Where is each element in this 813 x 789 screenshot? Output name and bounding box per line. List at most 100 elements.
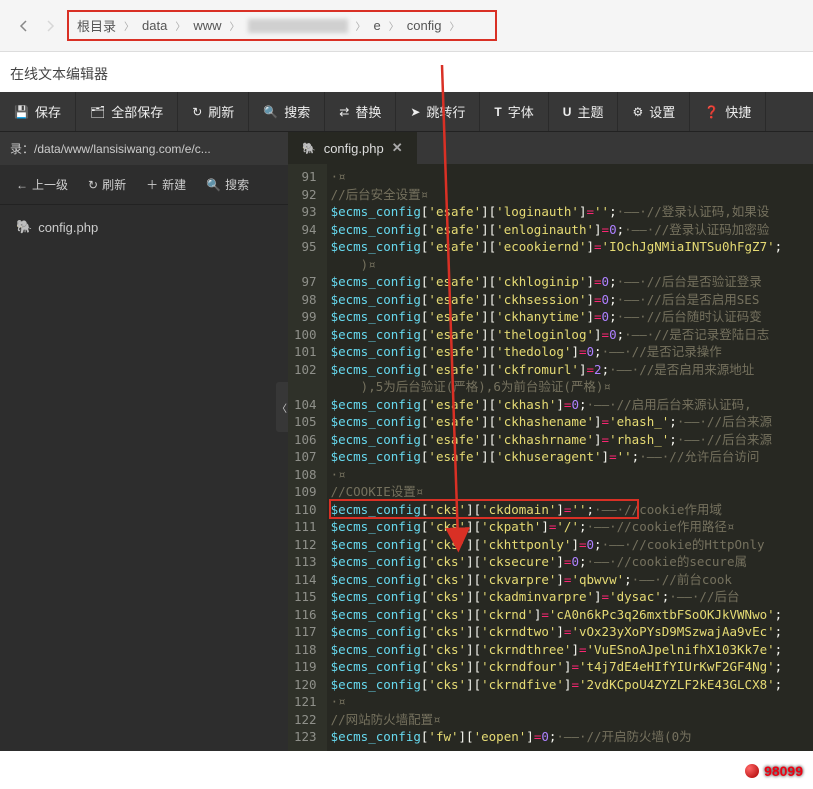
close-tab-button[interactable]: ✕ bbox=[392, 140, 403, 156]
panel-search-button[interactable]: 🔍搜索 bbox=[198, 171, 257, 198]
search-button[interactable]: 🔍 搜索 bbox=[249, 92, 325, 131]
settings-button[interactable]: ⚙设置 bbox=[618, 92, 690, 131]
save-icon: 💾 bbox=[14, 105, 29, 119]
file-item[interactable]: 🐘 config.php bbox=[10, 215, 278, 239]
gear-icon: ⚙ bbox=[632, 105, 643, 119]
goto-line-button[interactable]: ➤ 跳转行 bbox=[396, 92, 480, 131]
php-file-icon: 🐘 bbox=[16, 219, 32, 235]
nav-forward-button[interactable] bbox=[41, 17, 59, 35]
chevron-right-icon: 〉 bbox=[449, 18, 459, 33]
collapse-panel-button[interactable]: 〈 bbox=[276, 382, 288, 432]
code-content[interactable]: ·¤//后台安全设置¤$ecms_config['esafe']['logina… bbox=[327, 164, 813, 751]
main-area: 录：/data/www/lansisiwang.com/e/c... ← 上一级 … bbox=[0, 132, 813, 751]
watermark: 98099 bbox=[744, 763, 803, 779]
code-line[interactable]: $ecms_config['cks']['ckrndfive']='2vdKCp… bbox=[327, 676, 813, 694]
save-all-icon: 🗂 bbox=[90, 105, 105, 119]
toolbar-label: 刷新 bbox=[208, 102, 234, 121]
app-title: 在线文本编辑器 bbox=[0, 52, 813, 92]
chevron-right-icon: 〉 bbox=[230, 18, 240, 33]
code-line[interactable]: $ecms_config['esafe']['ckhsession']=0;·—… bbox=[327, 291, 813, 309]
toolbar-label: 字体 bbox=[508, 102, 534, 121]
code-line[interactable]: $ecms_config['cks']['ckrndthree']='VuESn… bbox=[327, 641, 813, 659]
code-line[interactable]: $ecms_config['esafe']['ckhuseragent']=''… bbox=[327, 448, 813, 466]
code-line[interactable]: ·¤ bbox=[327, 693, 813, 711]
code-line[interactable]: $ecms_config['esafe']['ckhash']=0;·——·//… bbox=[327, 396, 813, 414]
refresh-icon: ↻ bbox=[88, 178, 98, 192]
code-line[interactable]: $ecms_config['cks']['ckvarpre']='qbwvw';… bbox=[327, 571, 813, 589]
code-line[interactable]: $ecms_config['cks']['ckrndtwo']='vOx23yX… bbox=[327, 623, 813, 641]
breadcrumb-root[interactable]: 根目录 bbox=[77, 16, 116, 35]
mini-label: 上一级 bbox=[32, 176, 68, 193]
save-button[interactable]: 💾 保存 bbox=[0, 92, 76, 131]
file-panel: 录：/data/www/lansisiwang.com/e/c... ← 上一级 … bbox=[0, 132, 288, 751]
breadcrumb-item-obscured[interactable] bbox=[248, 19, 348, 33]
toolbar-label: 主题 bbox=[577, 102, 603, 121]
code-line[interactable]: $ecms_config['esafe']['theloginlog']=0;·… bbox=[327, 326, 813, 344]
toolbar-label: 全部保存 bbox=[111, 102, 163, 121]
file-panel-toolbar: ← 上一级 ↻ 刷新 ＋新建 🔍搜索 bbox=[0, 165, 288, 205]
breadcrumb-item[interactable]: www bbox=[193, 18, 221, 33]
breadcrumb-item[interactable]: config bbox=[407, 18, 442, 33]
watermark-text: 98099 bbox=[764, 763, 803, 779]
font-button[interactable]: T 字体 bbox=[480, 92, 548, 131]
breadcrumb: 根目录 〉 data 〉 www 〉 〉 e 〉 config 〉 bbox=[67, 10, 497, 41]
goto-icon: ➤ bbox=[410, 105, 420, 119]
code-line[interactable]: $ecms_config['esafe']['ckfromurl']=2;·——… bbox=[327, 361, 813, 379]
code-line[interactable]: ·¤ bbox=[327, 466, 813, 484]
chevron-right-icon: 〉 bbox=[124, 18, 134, 33]
code-line[interactable]: $ecms_config['fw']['eopen']=0;·——·//开启防火… bbox=[327, 728, 813, 746]
editor-toolbar: 💾 保存 🗂 全部保存 ↻刷新 🔍 搜索 ⇄替换 ➤ 跳转行 T 字体 U 主题 ⚙设置 ❓… bbox=[0, 92, 813, 132]
mini-label: 新建 bbox=[162, 176, 186, 193]
code-line[interactable]: $ecms_config['cks']['ckhttponly']=0;·——·… bbox=[327, 536, 813, 554]
shortcut-button[interactable]: ❓快捷 bbox=[690, 92, 766, 131]
editor-tab[interactable]: 🐘 config.php ✕ bbox=[288, 132, 417, 164]
code-line[interactable]: $ecms_config['esafe']['ckhloginip']=0;·—… bbox=[327, 273, 813, 291]
breadcrumb-item[interactable]: e bbox=[374, 18, 381, 33]
code-line[interactable]: //COOKIE设置¤ bbox=[327, 483, 813, 501]
current-path: 录：/data/www/lansisiwang.com/e/c... bbox=[0, 132, 288, 165]
theme-button[interactable]: U 主题 bbox=[549, 92, 619, 131]
code-line[interactable]: $ecms_config['cks']['ckpath']='/';·——·//… bbox=[327, 518, 813, 536]
panel-refresh-button[interactable]: ↻ 刷新 bbox=[80, 171, 134, 198]
chevron-right-icon: 〉 bbox=[356, 18, 366, 33]
code-line[interactable]: $ecms_config['esafe']['thedolog']=0;·——·… bbox=[327, 343, 813, 361]
nav-back-button[interactable] bbox=[15, 17, 33, 35]
code-editor: 〈 🐘 config.php ✕ 9192939495 979899100101… bbox=[288, 132, 813, 751]
theme-icon: U bbox=[563, 105, 572, 119]
help-icon: ❓ bbox=[704, 105, 719, 119]
arrow-left-icon: ← bbox=[16, 178, 28, 192]
toolbar-label: 替换 bbox=[355, 102, 381, 121]
code-line[interactable]: $ecms_config['cks']['cksecure']=0;·——·//… bbox=[327, 553, 813, 571]
toolbar-label: 保存 bbox=[35, 102, 61, 121]
code-line[interactable]: $ecms_config['esafe']['loginauth']='';·—… bbox=[327, 203, 813, 221]
code-area[interactable]: 9192939495 979899100101102 1041051061071… bbox=[288, 164, 813, 751]
code-line[interactable]: $ecms_config['esafe']['ecookiernd']='IOc… bbox=[327, 238, 813, 256]
toolbar-label: 搜索 bbox=[284, 102, 310, 121]
php-file-icon: 🐘 bbox=[302, 142, 316, 155]
breadcrumb-bar: 根目录 〉 data 〉 www 〉 〉 e 〉 config 〉 bbox=[0, 0, 813, 52]
code-line[interactable]: $ecms_config['esafe']['enloginauth']=0;·… bbox=[327, 221, 813, 239]
line-number-gutter: 9192939495 979899100101102 1041051061071… bbox=[288, 164, 327, 751]
new-file-button[interactable]: ＋新建 bbox=[138, 171, 194, 198]
code-line[interactable]: //网站防火墙配置¤ bbox=[327, 711, 813, 729]
code-line[interactable]: $ecms_config['cks']['ckadminvarpre']='dy… bbox=[327, 588, 813, 606]
refresh-button[interactable]: ↻刷新 bbox=[178, 92, 249, 131]
code-line[interactable]: ·¤ bbox=[327, 168, 813, 186]
mini-label: 刷新 bbox=[102, 176, 126, 193]
toolbar-label: 跳转行 bbox=[426, 102, 465, 121]
code-line[interactable]: $ecms_config['esafe']['ckhashrname']='rh… bbox=[327, 431, 813, 449]
file-tree: 🐘 config.php bbox=[0, 205, 288, 249]
breadcrumb-item[interactable]: data bbox=[142, 18, 167, 33]
replace-button[interactable]: ⇄替换 bbox=[325, 92, 396, 131]
code-line[interactable]: $ecms_config['cks']['ckrnd']='cA0n6kPc3q… bbox=[327, 606, 813, 624]
code-line[interactable]: $ecms_config['cks']['ckrndfour']='t4j7dE… bbox=[327, 658, 813, 676]
code-line[interactable]: //后台安全设置¤ bbox=[327, 186, 813, 204]
up-level-button[interactable]: ← 上一级 bbox=[8, 171, 76, 198]
mini-label: 搜索 bbox=[225, 176, 249, 193]
code-line[interactable]: $ecms_config['esafe']['ckhashename']='eh… bbox=[327, 413, 813, 431]
code-line[interactable]: $ecms_config['cks']['ckdomain']='';·——·/… bbox=[327, 501, 813, 519]
code-line[interactable]: $ecms_config['esafe']['ckhanytime']=0;·—… bbox=[327, 308, 813, 326]
search-icon: 🔍 bbox=[263, 105, 278, 119]
font-icon: T bbox=[494, 105, 501, 119]
save-all-button[interactable]: 🗂 全部保存 bbox=[76, 92, 178, 131]
